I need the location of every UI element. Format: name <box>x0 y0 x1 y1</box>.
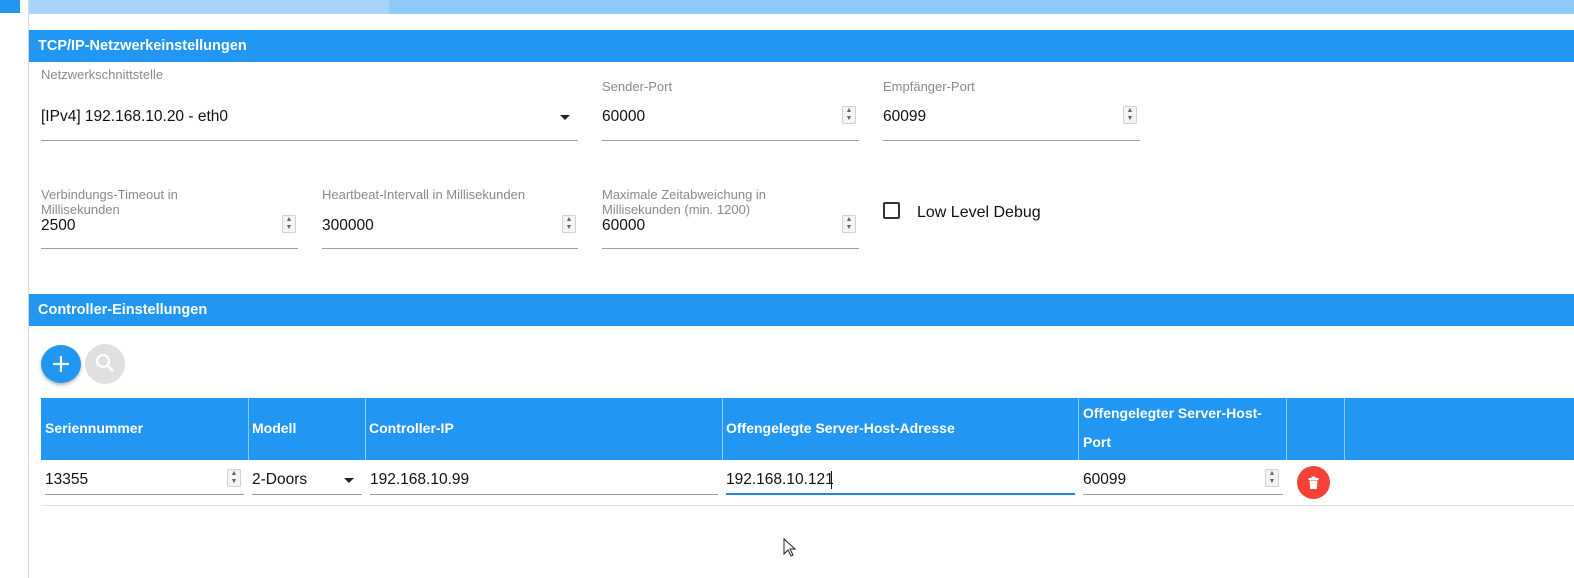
header-host-address[interactable]: Offengelegte Server-Host-Adresse <box>726 414 955 443</box>
heartbeat-underline <box>322 248 578 249</box>
spinner-arrows-icon[interactable]: ▲ ▼ <box>562 215 576 233</box>
timeout-input[interactable]: 2500 <box>41 217 75 235</box>
row-host-port-input[interactable]: 60099 <box>1083 471 1126 489</box>
row-model-underline <box>252 494 362 495</box>
sender-port-label: Sender-Port <box>602 79 673 94</box>
sender-port-input[interactable]: 60000 <box>602 108 645 126</box>
row-serial-underline <box>45 494 244 495</box>
caret-down-icon[interactable] <box>344 478 354 483</box>
spinner-arrows-icon[interactable]: ▲ ▼ <box>842 106 856 124</box>
row-host-address-input[interactable]: 192.168.10.121 <box>726 471 834 489</box>
spinner-arrows-icon[interactable]: ▲ ▼ <box>1265 469 1279 487</box>
delete-row-button[interactable] <box>1297 466 1330 499</box>
header-model[interactable]: Modell <box>252 414 296 443</box>
header-host-port-line2: Port <box>1083 434 1111 450</box>
header-serial[interactable]: Seriennummer <box>45 414 143 443</box>
row-host-address-focus-underline <box>726 493 1075 495</box>
column-divider <box>248 398 249 460</box>
column-divider <box>1286 398 1287 460</box>
caret-down-icon[interactable] <box>560 115 570 120</box>
search-icon <box>95 353 114 372</box>
receiver-port-input[interactable]: 60099 <box>883 108 926 126</box>
column-divider <box>1078 398 1079 460</box>
text-caret <box>831 471 832 489</box>
max-deviation-underline <box>602 248 859 249</box>
low-level-debug-checkbox[interactable] <box>883 202 900 219</box>
max-deviation-label: Maximale Zeitabweichung in Millisekunden… <box>602 187 766 217</box>
row-ip-input[interactable]: 192.168.10.99 <box>370 471 469 489</box>
timeout-label: Verbindungs-Timeout in Millisekunden <box>41 187 178 217</box>
receiver-port-label: Empfänger-Port <box>883 79 975 94</box>
spinner-arrows-icon[interactable]: ▲ ▼ <box>1123 106 1137 124</box>
row-host-port-underline <box>1083 494 1283 495</box>
sender-port-underline <box>602 140 859 141</box>
interface-underline <box>41 140 578 141</box>
top-strip-highlight <box>29 0 389 14</box>
timeout-label-line1: Verbindungs-Timeout in <box>41 187 178 202</box>
interface-label: Netzwerkschnittstelle <box>41 67 164 82</box>
network-section-header: TCP/IP-Netzwerkeinstellungen <box>29 30 1574 62</box>
timeout-label-line2: Millisekunden <box>41 202 120 217</box>
trash-icon <box>1308 476 1319 489</box>
spinner-arrows-icon[interactable]: ▲ ▼ <box>282 215 296 233</box>
column-divider <box>1344 398 1345 460</box>
heartbeat-input[interactable]: 300000 <box>322 217 374 235</box>
table-row-divider <box>41 505 1574 506</box>
row-model-select[interactable]: 2-Doors <box>252 471 307 489</box>
plus-icon <box>53 356 69 372</box>
receiver-port-underline <box>883 140 1140 141</box>
controller-section-header: Controller-Einstellungen <box>29 294 1574 326</box>
row-serial-input[interactable]: 13355 <box>45 471 88 489</box>
max-deviation-input[interactable]: 60000 <box>602 217 645 235</box>
spinner-arrows-icon[interactable]: ▲ ▼ <box>227 469 241 487</box>
header-host-port[interactable]: Offengelegter Server-Host- Port <box>1083 399 1262 457</box>
header-host-port-line1: Offengelegter Server-Host- <box>1083 405 1262 421</box>
spinner-arrows-icon[interactable]: ▲ ▼ <box>842 215 856 233</box>
header-controller-ip[interactable]: Controller-IP <box>369 414 454 443</box>
interface-select[interactable]: [IPv4] 192.168.10.20 - eth0 <box>41 108 551 126</box>
side-accent <box>0 0 20 13</box>
search-controller-button[interactable] <box>85 344 125 384</box>
row-ip-underline <box>370 494 718 495</box>
mouse-cursor-icon <box>783 538 797 557</box>
column-divider <box>722 398 723 460</box>
column-divider <box>365 398 366 460</box>
timeout-underline <box>41 248 298 249</box>
max-deviation-label-line1: Maximale Zeitabweichung in <box>602 187 767 202</box>
low-level-debug-label[interactable]: Low Level Debug <box>917 204 1041 222</box>
add-controller-button[interactable] <box>41 345 81 383</box>
heartbeat-label: Heartbeat-Intervall in Millisekunden <box>322 187 526 202</box>
max-deviation-label-line2: Millisekunden (min. 1200) <box>602 202 751 217</box>
left-panel-border <box>28 0 29 578</box>
